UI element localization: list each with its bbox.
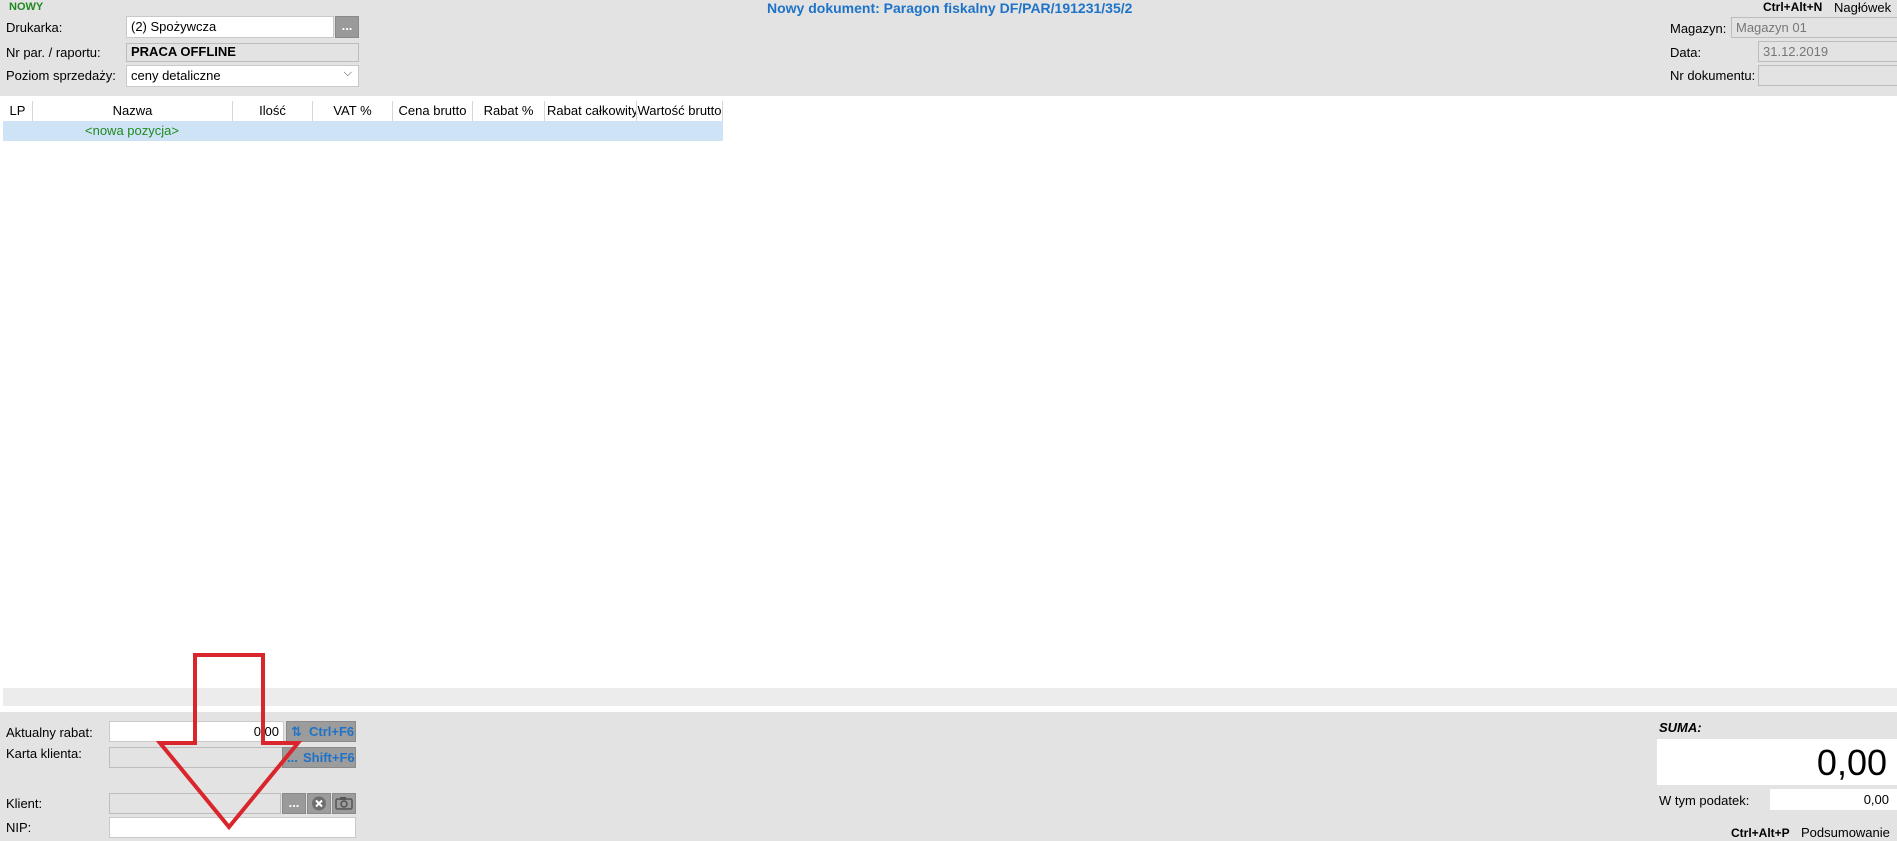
document-title: Nowy dokument: Paragon fiskalny DF/PAR/1…: [767, 0, 1133, 16]
warehouse-field[interactable]: Magazyn 01: [1731, 17, 1897, 38]
items-grid-header: LP Nazwa Ilość VAT % Cena brutto Rabat %…: [3, 101, 723, 121]
printer-field[interactable]: (2) Spożywcza: [126, 16, 334, 38]
doc-number-label: Nr dokumentu:: [1670, 68, 1756, 83]
column-cena-brutto[interactable]: Cena brutto: [393, 101, 473, 121]
warehouse-label: Magazyn:: [1670, 21, 1727, 36]
tax-field: 0,00: [1770, 789, 1897, 810]
tax-label: W tym podatek:: [1659, 793, 1750, 808]
price-level-select[interactable]: ceny detaliczne ⌵: [126, 65, 359, 87]
status-badge: NOWY: [9, 1, 44, 13]
report-field: PRACA OFFLINE: [126, 43, 359, 62]
nip-label: NIP:: [6, 820, 32, 835]
column-rabat-calkowity[interactable]: Rabat całkowity: [545, 101, 637, 121]
date-label: Data:: [1670, 45, 1702, 60]
summary-hotkey: Ctrl+Alt+P: [1731, 826, 1790, 840]
sum-value: 0,00: [1816, 742, 1887, 783]
printer-label: Drukarka:: [6, 20, 63, 35]
browse-dots-icon: ...: [341, 18, 353, 33]
column-vat[interactable]: VAT %: [313, 101, 393, 121]
client-label: Klient:: [6, 796, 43, 811]
column-wartosc-brutto[interactable]: Wartość brutto: [637, 101, 723, 121]
column-lp[interactable]: LP: [3, 101, 33, 121]
new-item-label: <nowa pozycja>: [85, 123, 179, 138]
price-level-value: ceny detaliczne: [131, 68, 221, 83]
doc-number-field[interactable]: [1758, 65, 1897, 86]
date-field[interactable]: 31.12.2019: [1758, 41, 1897, 62]
column-ilosc[interactable]: Ilość: [233, 101, 313, 121]
column-rabat-procent[interactable]: Rabat %: [473, 101, 545, 121]
discount-label: Aktualny rabat:: [6, 725, 93, 740]
summary-hotkey-label[interactable]: Podsumowanie: [1801, 825, 1890, 840]
down-arrow-annotation: [155, 653, 303, 830]
report-label: Nr par. / raportu:: [6, 45, 101, 60]
printer-browse-button[interactable]: ...: [335, 16, 359, 38]
sum-field: 0,00: [1657, 739, 1897, 785]
column-nazwa[interactable]: Nazwa: [33, 101, 233, 121]
price-level-label: Poziom sprzedaży:: [6, 68, 116, 83]
sum-label: SUMA:: [1659, 720, 1702, 735]
header-hotkey: Ctrl+Alt+N: [1763, 0, 1823, 14]
tax-value: 0,00: [1863, 792, 1889, 807]
card-label: Karta klienta:: [6, 746, 82, 761]
header-hotkey-label[interactable]: Nagłówek: [1834, 0, 1891, 15]
new-item-row[interactable]: <nowa pozycja>: [3, 121, 723, 141]
document-header: NOWY Nowy dokument: Paragon fiskalny DF/…: [0, 0, 1897, 96]
chevron-down-icon: ⌵: [343, 67, 352, 79]
